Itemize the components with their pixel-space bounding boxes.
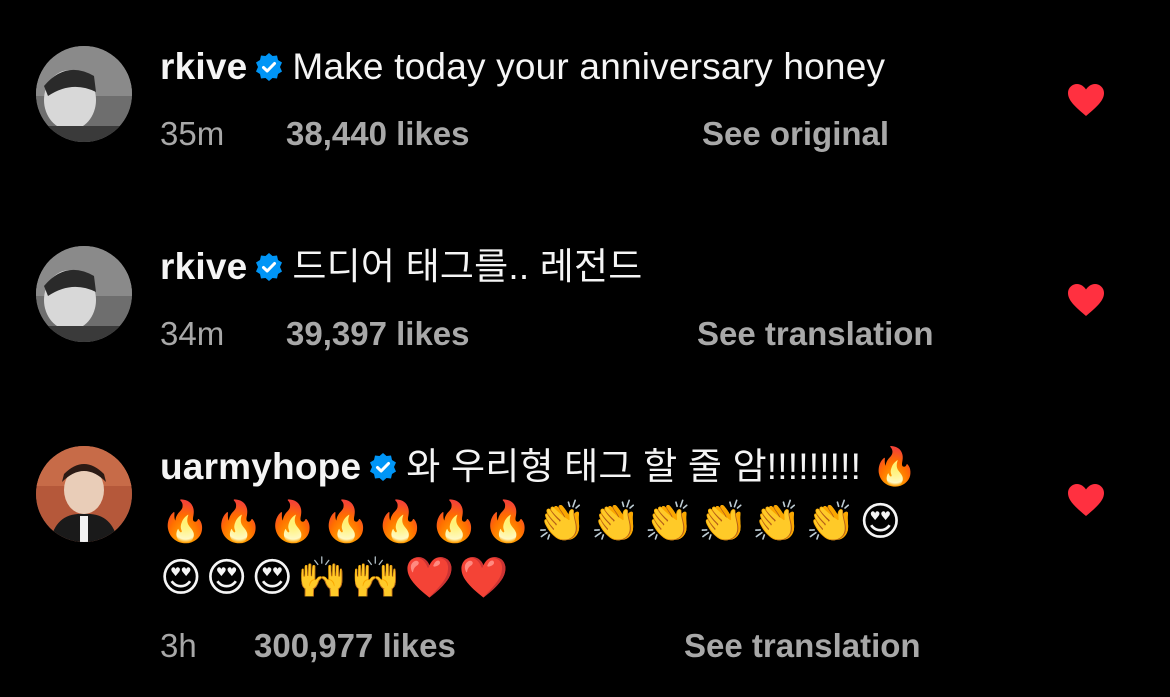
- heart-icon[interactable]: [1066, 282, 1106, 318]
- username[interactable]: rkive: [160, 46, 247, 87]
- avatar[interactable]: [36, 46, 132, 142]
- comment-text-line: rkive Make today your anniversary honey: [160, 40, 1040, 94]
- likes-count[interactable]: 39,397 likes: [286, 312, 470, 356]
- comment-body: rkive 드디어 태그를.. 레전드 34m 39,397 likes See …: [160, 240, 1040, 356]
- comment-meta: 34m 39,397 likes See translation: [160, 312, 1040, 356]
- emoji-line: 😍😍😍🙌🙌❤️❤️: [160, 555, 513, 601]
- comment-timestamp: 3h: [160, 627, 197, 664]
- comment-timestamp: 34m: [160, 315, 225, 352]
- likes-count[interactable]: 300,977 likes: [254, 624, 456, 668]
- see-translation-button[interactable]: See translation: [684, 624, 921, 668]
- username[interactable]: uarmyhope: [160, 446, 361, 487]
- see-original-button[interactable]: See original: [702, 112, 889, 156]
- comment-meta: 35m 38,440 likes See original: [160, 112, 1040, 156]
- verified-badge-icon: [254, 52, 284, 82]
- comment-timestamp: 35m: [160, 115, 225, 152]
- username[interactable]: rkive: [160, 246, 247, 287]
- heart-icon[interactable]: [1066, 82, 1106, 118]
- comment-meta: 3h 300,977 likes See translation: [160, 624, 1040, 668]
- comment-text-line: rkive 드디어 태그를.. 레전드: [160, 240, 1040, 294]
- verified-badge-icon: [254, 252, 284, 282]
- comment-text: 드디어 태그를.. 레전드: [292, 246, 643, 287]
- avatar[interactable]: [36, 446, 132, 542]
- comment-body: rkive Make today your anniversary honey 3…: [160, 40, 1040, 156]
- avatar[interactable]: [36, 246, 132, 342]
- likes-count[interactable]: 38,440 likes: [286, 112, 470, 156]
- heart-icon[interactable]: [1066, 482, 1106, 518]
- comment-body: uarmyhope 와 우리형 태그 할 줄 암!!!!!!!!! 🔥 🔥🔥🔥🔥🔥…: [160, 440, 1040, 668]
- comment-text-line: uarmyhope 와 우리형 태그 할 줄 암!!!!!!!!! 🔥: [160, 440, 1040, 494]
- emoji-line: 🔥🔥🔥🔥🔥🔥🔥👏👏👏👏👏👏😍: [160, 499, 906, 545]
- verified-badge-icon: [368, 452, 398, 482]
- see-translation-button[interactable]: See translation: [697, 312, 934, 356]
- comment-text: Make today your anniversary honey: [292, 46, 886, 87]
- comment-text: 와 우리형 태그 할 줄 암!!!!!!!!! 🔥: [406, 446, 918, 487]
